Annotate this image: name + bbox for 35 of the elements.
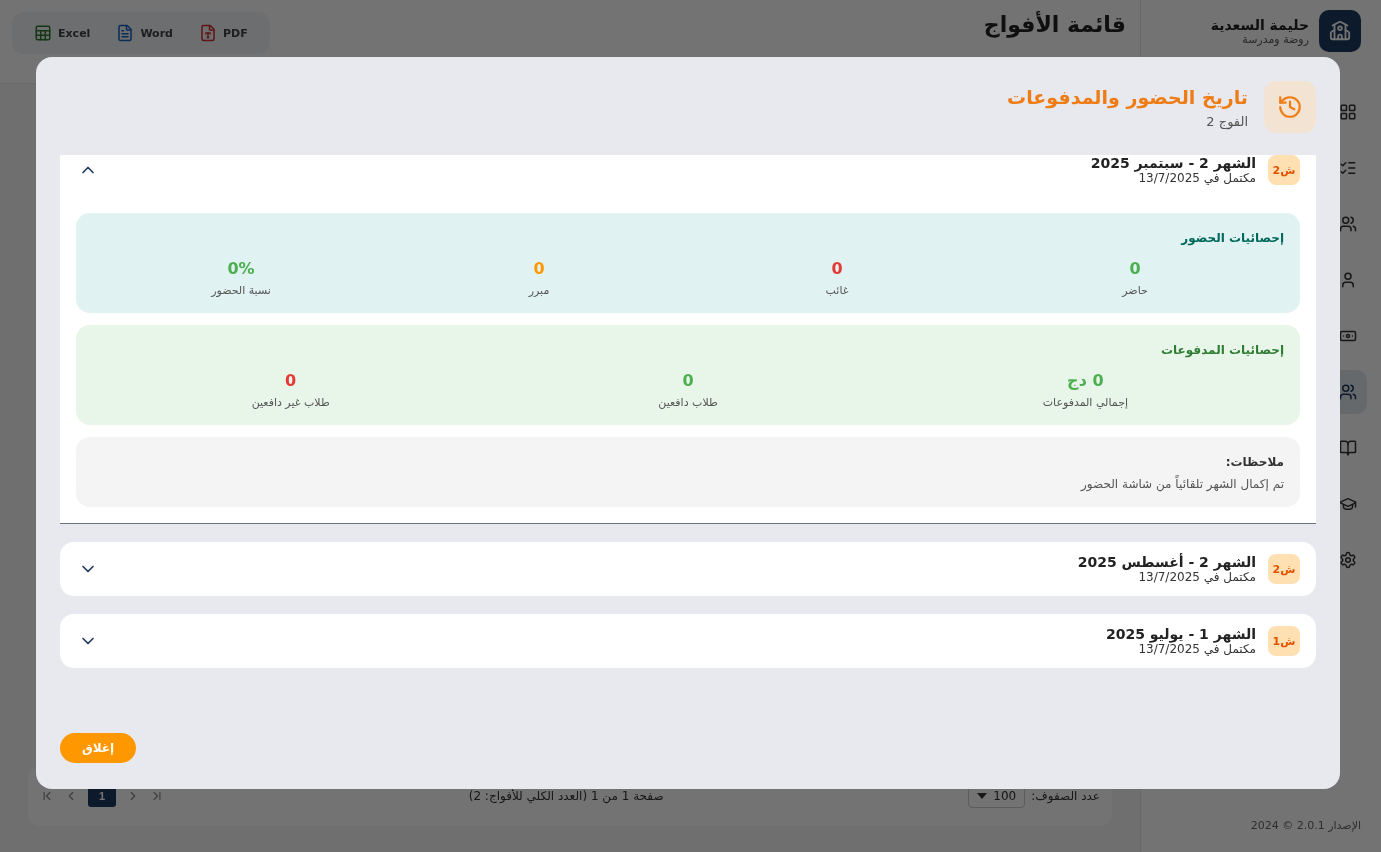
stat-label: طلاب غير دافعين <box>251 396 330 409</box>
stat-value: 0 <box>1129 259 1141 278</box>
modal-title: تاريخ الحضور والمدفوعات <box>1007 85 1248 108</box>
stat-label: طلاب دافعين <box>658 396 718 409</box>
section-title: إحصائيات الحضور <box>1179 231 1284 245</box>
stat-label: حاضر <box>1122 284 1148 297</box>
stat-value: 0% <box>227 259 255 278</box>
school-name: حليمة السعدية <box>1210 16 1309 33</box>
month-status: مكتمل في 13/7/2025 <box>1137 642 1256 656</box>
stat-value: 0 <box>682 371 694 390</box>
modal-subtitle: الفوج 2 <box>1205 113 1248 129</box>
rows-label: عدد الصفوف: <box>1031 789 1100 803</box>
month-badge: ش2 <box>1268 155 1300 185</box>
stat-value: 0 <box>533 259 545 278</box>
month-badge: ش1 <box>1268 626 1300 656</box>
stat-value: 0 <box>285 371 297 390</box>
notes-title: ملاحظات: <box>1224 455 1284 469</box>
version-text: الإصدار 2.0.1 © 2024 <box>1249 819 1362 834</box>
month-badge: ش2 <box>1268 554 1300 584</box>
notes-text: تم إكمال الشهر تلقائياً من شاشة الحضور <box>1079 477 1284 491</box>
stat-value: 0 <box>831 259 843 278</box>
section-title: إحصائيات المدفوعات <box>1160 343 1284 357</box>
month-title: الشهر 2 - أغسطس 2025 <box>1077 554 1256 570</box>
month-title: الشهر 2 - سبتمبر 2025 <box>1090 155 1256 171</box>
stat-label: إجمالي المدفوعات <box>1042 396 1128 409</box>
month-status: مكتمل في 13/7/2025 <box>1137 570 1256 584</box>
school-type: روضة ومدرسة <box>1241 32 1309 46</box>
stat-label: غائب <box>825 284 849 297</box>
stat-label: نسبة الحضور <box>211 284 271 297</box>
pagination-summary: صفحة 1 من 1 (العدد الكلي للأفواج: 2) <box>468 789 664 803</box>
stat-value: 0 دج <box>1067 371 1104 390</box>
month-title: الشهر 1 - يوليو 2025 <box>1105 626 1256 642</box>
stat-label: مبرر <box>528 284 550 297</box>
month-status: مكتمل في 13/7/2025 <box>1138 171 1256 185</box>
page-title: قائمة الأفواج <box>983 12 1126 37</box>
